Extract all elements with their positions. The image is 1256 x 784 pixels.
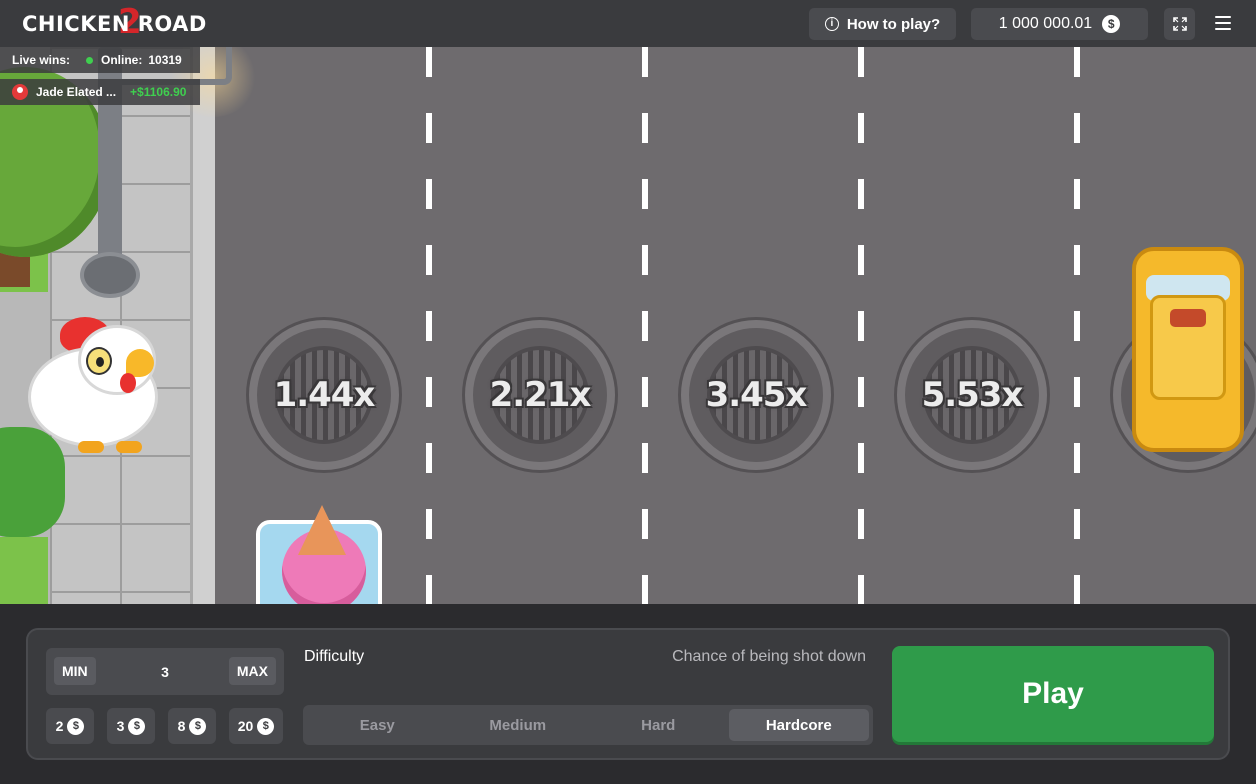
game-logo: 2 CHICKEN ROAD: [22, 2, 207, 42]
taxi-car: [1128, 247, 1248, 452]
dollar-coin-icon: $: [1102, 15, 1121, 33]
how-to-play-label: How to play?: [846, 15, 941, 33]
logo-text: CHICKEN ROAD: [22, 12, 207, 36]
live-wins-label: Live wins:: [12, 53, 71, 67]
quick-bet-amount: 3: [116, 718, 125, 734]
live-stats-row: Live wins: Online: 10319: [0, 47, 200, 73]
hamburger-menu-icon[interactable]: [1210, 10, 1236, 36]
quick-bet-button[interactable]: 8 $: [168, 708, 216, 744]
multiplier-label: 1.44x: [273, 375, 376, 415]
user-avatar-icon: [12, 84, 28, 100]
play-button[interactable]: Play: [892, 646, 1214, 742]
manhole-multiplier[interactable]: 5.53x: [897, 320, 1047, 470]
multiplier-label: 2.21x: [489, 375, 592, 415]
ice-cream-cone: [298, 505, 346, 555]
live-wins-panel: Live wins: Online: 10319 Jade Elated ... …: [0, 47, 230, 105]
control-panel: MIN 3 MAX 2 $ 3 $ 8 $ 20 $ Difficulty Ch…: [26, 628, 1230, 760]
info-icon: i: [824, 17, 839, 31]
live-win-entry: Jade Elated ... +$1106.90: [0, 79, 200, 105]
difficulty-hard[interactable]: Hard: [588, 709, 729, 741]
lane-divider: [858, 47, 864, 604]
min-bet-button[interactable]: MIN: [54, 657, 96, 685]
bet-amount-input[interactable]: MIN 3 MAX: [46, 648, 284, 695]
fullscreen-button[interactable]: [1164, 8, 1195, 40]
lane-divider: [1074, 47, 1080, 604]
lane-divider: [426, 47, 432, 604]
quick-bet-amount: 8: [177, 718, 186, 734]
difficulty-easy[interactable]: Easy: [307, 709, 448, 741]
dollar-coin-icon: $: [128, 717, 146, 735]
balance-display: 1 000 000.01 $: [971, 8, 1148, 40]
chicken-character: [28, 317, 158, 457]
grass-patch-bottom: [0, 537, 48, 604]
max-bet-button[interactable]: MAX: [228, 657, 276, 685]
balance-value: 1 000 000.01: [998, 15, 1093, 32]
dollar-coin-icon: $: [257, 717, 275, 735]
dollar-coin-icon: $: [67, 717, 85, 735]
manhole-multiplier[interactable]: 1.44x: [249, 320, 399, 470]
online-count: 10319: [148, 53, 182, 67]
curb: [190, 47, 215, 604]
game-board: 1.44x 2.21x 3.45x 5.53x: [0, 47, 1256, 604]
quick-bet-button[interactable]: 2 $: [46, 708, 94, 744]
difficulty-hardcore[interactable]: Hardcore: [728, 709, 869, 741]
lamp-base: [80, 252, 140, 298]
multiplier-label: 3.45x: [705, 375, 808, 415]
win-amount: +$1106.90: [130, 85, 187, 99]
quick-bet-button[interactable]: 20 $: [229, 708, 283, 744]
quick-bet-amount: 2: [55, 718, 64, 734]
online-label: Online:: [101, 53, 143, 67]
dollar-coin-icon: $: [189, 717, 207, 735]
quick-bet-button[interactable]: 3 $: [107, 708, 155, 744]
chance-label: Chance of being shot down: [672, 648, 866, 665]
expand-icon: [1172, 17, 1187, 31]
quick-bet-amount: 20: [237, 718, 254, 734]
top-bar: 2 CHICKEN ROAD i How to play? 1 000 000.…: [0, 0, 1256, 47]
bet-amount-value[interactable]: 3: [116, 648, 214, 695]
difficulty-label: Difficulty: [304, 648, 365, 665]
difficulty-medium[interactable]: Medium: [448, 709, 589, 741]
winner-name: Jade Elated ...: [36, 85, 117, 99]
online-dot-icon: [86, 57, 94, 64]
difficulty-selector: Easy Medium Hard Hardcore: [303, 705, 873, 745]
multiplier-label: 5.53x: [921, 375, 1024, 415]
manhole-multiplier[interactable]: 3.45x: [681, 320, 831, 470]
manhole-multiplier[interactable]: 2.21x: [465, 320, 615, 470]
online-indicator: Online: 10319: [86, 53, 182, 67]
lane-divider: [642, 47, 648, 604]
how-to-play-button[interactable]: i How to play?: [809, 8, 956, 40]
